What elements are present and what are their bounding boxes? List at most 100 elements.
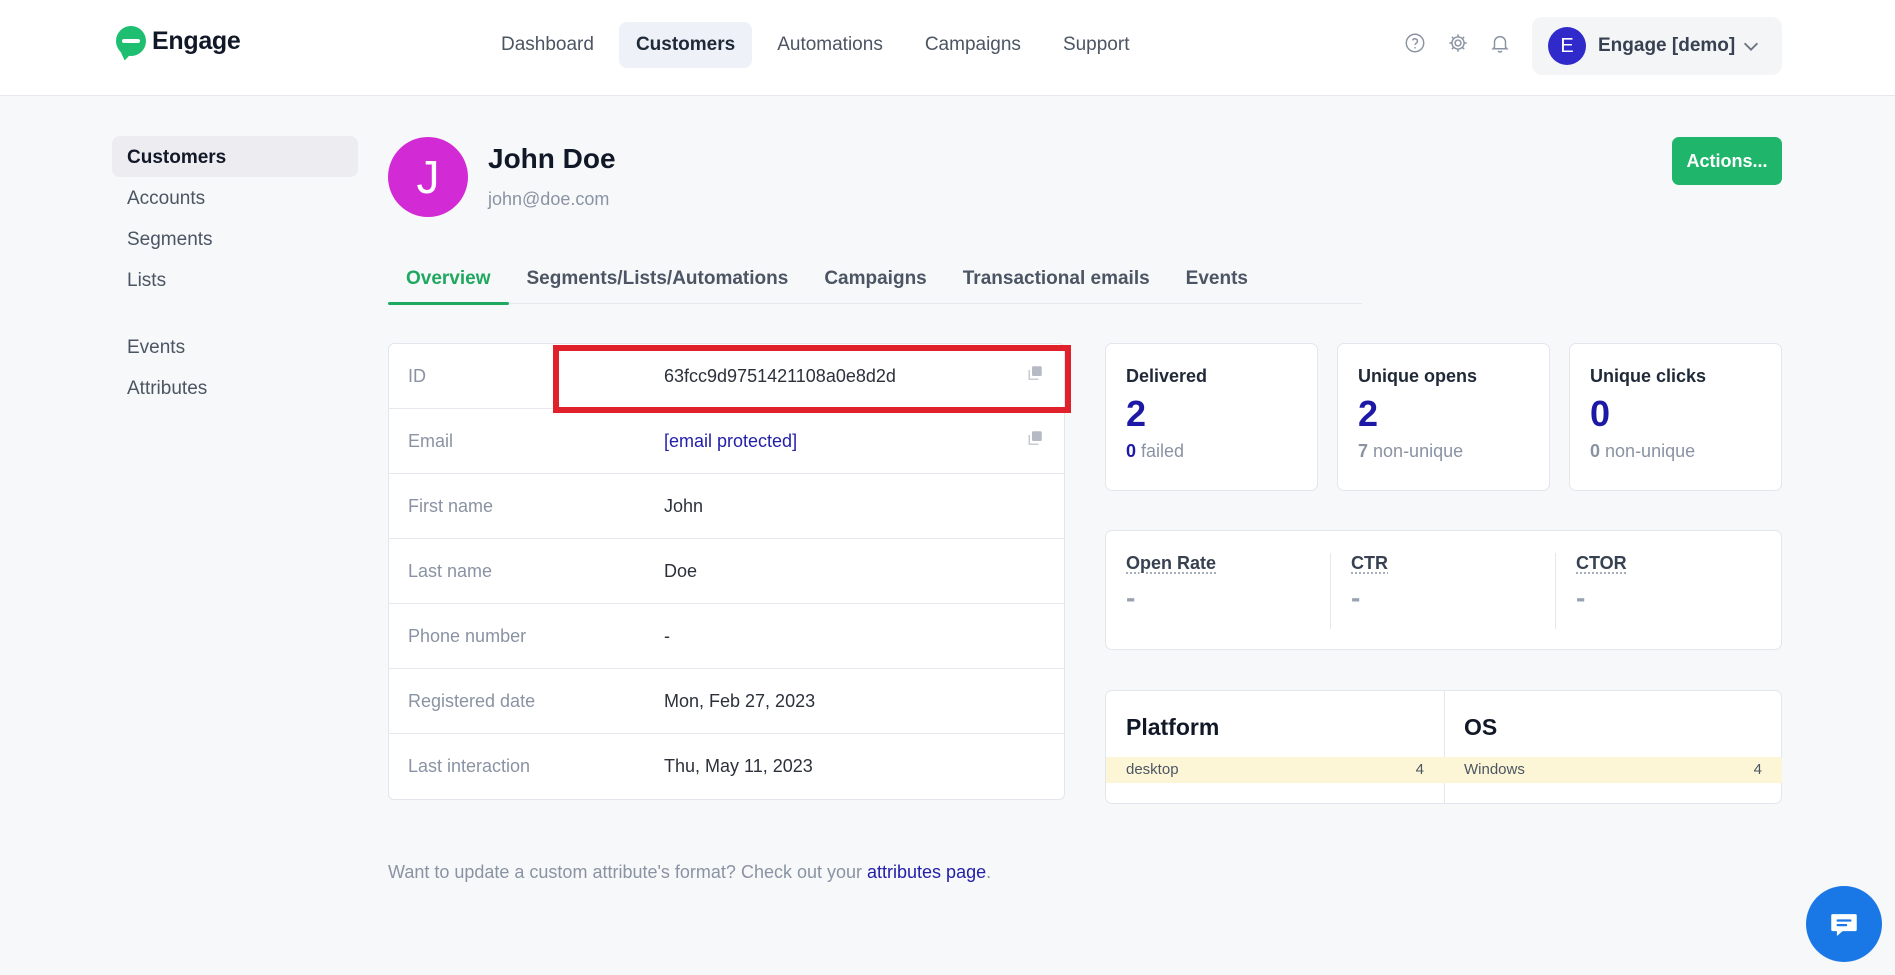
rate-divider	[1330, 553, 1331, 629]
brand-logo[interactable]: Engage	[116, 26, 241, 56]
sidebar-item-lists[interactable]: Lists	[112, 259, 358, 300]
stat-sub-value: 0	[1126, 441, 1137, 461]
detail-label: Last name	[408, 560, 493, 581]
os-count: 4	[1753, 761, 1762, 778]
sidebar: Customers Accounts Segments Lists Events…	[112, 136, 358, 408]
detail-value: Mon, Feb 27, 2023	[664, 690, 816, 711]
os-title: OS	[1464, 714, 1498, 740]
stat-card-unique-opens: Unique opens 2 7 non-unique	[1337, 343, 1550, 491]
top-bar: Engage Dashboard Customers Automations C…	[0, 0, 1895, 96]
detail-value-email-link[interactable]: [email protected]	[664, 431, 797, 452]
nav-support[interactable]: Support	[1046, 22, 1147, 68]
nav-customers[interactable]: Customers	[618, 22, 753, 68]
tab-events[interactable]: Events	[1168, 262, 1266, 304]
detail-row-registered-date: Registered date Mon, Feb 27, 2023	[389, 669, 1064, 734]
detail-value: Thu, May 11, 2023	[664, 756, 813, 776]
detail-label: Email	[408, 430, 454, 451]
detail-value-id: 63fcc9d9751421108a0e8d2d	[664, 365, 896, 386]
attributes-page-link[interactable]: attributes page	[867, 862, 986, 882]
rate-divider	[1555, 553, 1556, 629]
stat-title: Unique clicks	[1590, 366, 1707, 386]
bell-icon[interactable]	[1489, 32, 1511, 54]
tab-overview[interactable]: Overview	[388, 262, 509, 305]
nav-dashboard[interactable]: Dashboard	[484, 22, 611, 68]
detail-row-email: Email [email protected]	[389, 409, 1064, 474]
detail-row-last-interaction: Last interaction Thu, May 11, 2023	[389, 734, 1064, 799]
main-nav: Dashboard Customers Automations Campaign…	[484, 22, 1146, 68]
detail-value: -	[664, 625, 670, 646]
detail-row-first-name: First name John	[389, 474, 1064, 539]
nav-automations[interactable]: Automations	[760, 22, 900, 68]
tab-campaigns[interactable]: Campaigns	[806, 262, 944, 304]
stat-subtext: 0 failed	[1126, 441, 1297, 462]
rate-open-rate: Open Rate -	[1126, 553, 1216, 629]
rate-ctor: CTOR -	[1576, 553, 1627, 629]
actions-button[interactable]: Actions...	[1672, 137, 1782, 185]
platform-name: desktop	[1126, 761, 1179, 778]
stat-sub-value: 0	[1590, 441, 1601, 461]
os-name: Windows	[1464, 761, 1525, 778]
stat-card-delivered: Delivered 2 0 failed	[1105, 343, 1318, 491]
sidebar-item-customers[interactable]: Customers	[112, 136, 358, 177]
sidebar-item-events[interactable]: Events	[112, 326, 358, 367]
rate-title[interactable]: CTOR	[1576, 553, 1627, 574]
customer-details-table: ID 63fcc9d9751421108a0e8d2d Email [email…	[388, 343, 1065, 800]
platform-row: desktop 4	[1106, 757, 1444, 783]
rate-title[interactable]: Open Rate	[1126, 553, 1216, 574]
footer-text: Want to update a custom attribute's form…	[388, 862, 868, 882]
detail-row-last-name: Last name Doe	[389, 539, 1064, 604]
chat-bubble-icon	[1831, 914, 1857, 937]
stat-title: Delivered	[1126, 366, 1208, 386]
detail-label: ID	[408, 365, 426, 386]
account-name: Engage [demo]	[1598, 35, 1736, 56]
profile-tabs: Overview Segments/Lists/Automations Camp…	[388, 262, 1362, 305]
sidebar-item-accounts[interactable]: Accounts	[112, 177, 358, 218]
stat-sub-label: non-unique	[1373, 441, 1464, 461]
rate-value: -	[1126, 582, 1136, 613]
platform-os-card: Platform desktop 4 OS Windows 4	[1105, 690, 1782, 804]
detail-row-phone: Phone number -	[389, 604, 1064, 669]
account-avatar: E	[1548, 27, 1586, 65]
stat-sub-value: 7	[1358, 441, 1369, 461]
rate-title[interactable]: CTR	[1351, 553, 1388, 574]
stat-sub-label: non-unique	[1605, 441, 1696, 461]
sidebar-item-attributes[interactable]: Attributes	[112, 367, 358, 408]
footer-end: .	[986, 862, 992, 882]
stat-title: Unique opens	[1358, 366, 1478, 386]
detail-value: Doe	[664, 560, 698, 581]
customer-email: john@doe.com	[488, 189, 610, 209]
platform-count: 4	[1415, 761, 1424, 778]
detail-label: Last interaction	[408, 756, 531, 776]
brand-name: Engage	[152, 26, 241, 55]
detail-value: John	[664, 495, 704, 516]
stat-value: 0	[1590, 393, 1611, 434]
gear-icon[interactable]	[1447, 32, 1469, 54]
customer-name: John Doe	[488, 143, 616, 174]
account-switcher[interactable]: E Engage [demo]	[1532, 17, 1782, 75]
footer-note: Want to update a custom attribute's form…	[388, 862, 991, 883]
stat-value: 2	[1358, 393, 1379, 434]
nav-campaigns[interactable]: Campaigns	[908, 22, 1038, 68]
stat-subtext: 0 non-unique	[1590, 441, 1761, 462]
detail-label: First name	[408, 495, 494, 516]
detail-label: Registered date	[408, 690, 536, 711]
platform-column: Platform desktop 4	[1106, 691, 1444, 803]
tab-transactional-emails[interactable]: Transactional emails	[945, 262, 1168, 304]
rate-value: -	[1576, 582, 1586, 613]
sidebar-item-segments[interactable]: Segments	[112, 218, 358, 259]
engage-logo-icon	[116, 26, 146, 56]
detail-row-id: ID 63fcc9d9751421108a0e8d2d	[389, 344, 1064, 409]
rate-ctr: CTR -	[1351, 553, 1388, 629]
tab-segments-lists-automations[interactable]: Segments/Lists/Automations	[509, 262, 807, 304]
copy-icon[interactable]	[1026, 429, 1044, 447]
chat-button[interactable]	[1806, 886, 1882, 962]
sidebar-divider	[112, 300, 358, 326]
stat-sub-label: failed	[1141, 441, 1185, 461]
platform-title: Platform	[1126, 714, 1220, 740]
detail-label: Phone number	[408, 625, 527, 646]
rate-value: -	[1351, 582, 1361, 613]
stat-subtext: 7 non-unique	[1358, 441, 1529, 462]
help-circle-icon[interactable]	[1404, 32, 1426, 54]
stat-card-unique-clicks: Unique clicks 0 0 non-unique	[1569, 343, 1782, 491]
copy-icon[interactable]	[1026, 364, 1044, 382]
